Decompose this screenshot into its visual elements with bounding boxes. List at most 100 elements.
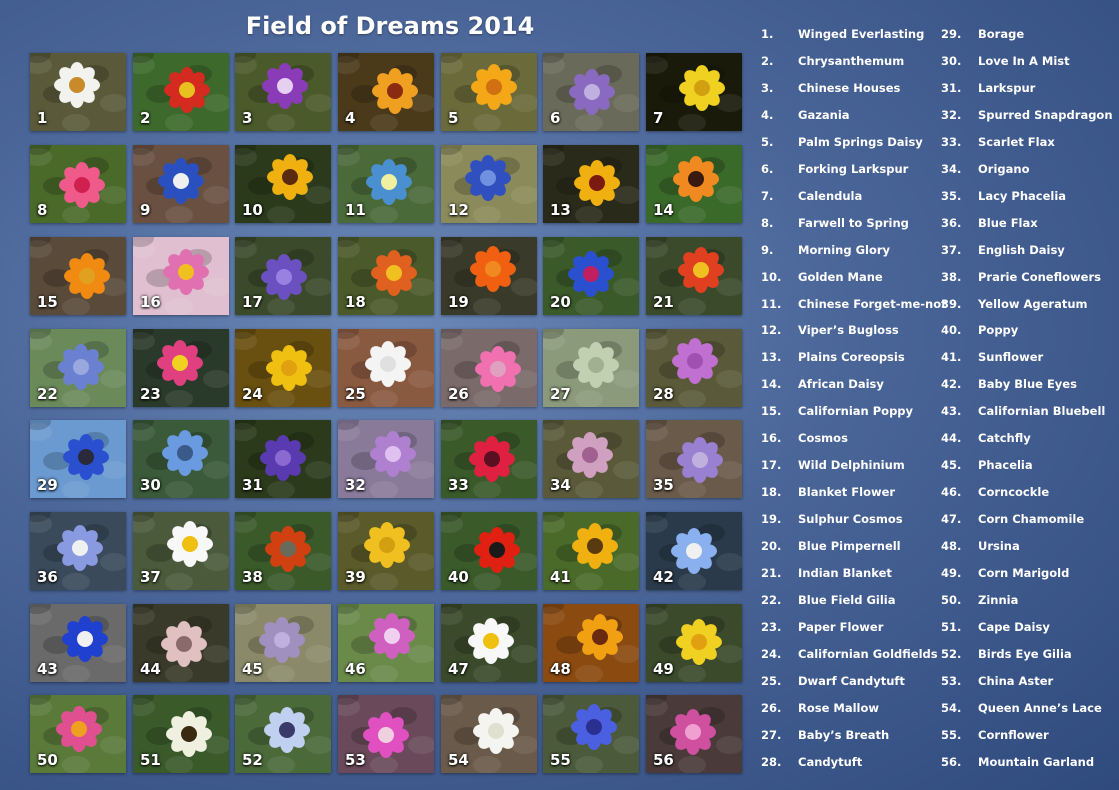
- photo-number: 29: [37, 476, 58, 494]
- flower-photo-37: 37: [133, 512, 229, 590]
- flower-photo-18: 18: [338, 237, 434, 315]
- legend-number: 10.: [761, 269, 782, 284]
- legend-entry-14: 14. African Daisy: [761, 377, 936, 393]
- flower-photo-7: 7: [646, 53, 742, 131]
- photo-number: 8: [37, 201, 48, 219]
- flower-photo-14: 14: [646, 145, 742, 223]
- legend-number: 4.: [761, 107, 774, 122]
- photo-number: 34: [550, 476, 571, 494]
- legend-entry-4: 4. Gazania: [761, 108, 936, 124]
- legend-number: 11.: [761, 296, 782, 311]
- legend-flower-name: Mountain Garland: [978, 754, 1095, 769]
- legend-number: 21.: [761, 566, 782, 580]
- photo-number: 41: [550, 568, 571, 586]
- photo-number: 56: [653, 751, 674, 769]
- photo-number: 47: [448, 660, 469, 678]
- legend-entry-42: 42. Baby Blue Eyes: [941, 377, 1116, 393]
- legend-flower-name: China Aster: [978, 673, 1054, 688]
- legend-flower-name: Californian Bluebell: [978, 404, 1106, 419]
- legend-flower-name: Forking Larkspur: [798, 161, 909, 176]
- legend-entry-56: 56. Mountain Garland: [941, 755, 1116, 771]
- flower-photo-3: 3: [235, 53, 331, 131]
- legend-number: 56.: [941, 754, 962, 769]
- photo-number: 3: [242, 109, 253, 127]
- flower-photo-19: 19: [441, 237, 537, 315]
- legend-flower-name: Queen Anne’s Lace: [978, 700, 1102, 715]
- legend-entry-49: 49. Corn Marigold: [941, 566, 1116, 582]
- legend-flower-name: Chinese Forget-me-not: [798, 296, 947, 311]
- photo-number: 36: [37, 568, 58, 586]
- legend-flower-name: Sunflower: [978, 350, 1044, 365]
- legend-flower-name: Sulphur Cosmos: [798, 512, 903, 527]
- photo-number: 13: [550, 201, 571, 219]
- photo-number: 35: [653, 476, 674, 494]
- flower-photo-53: 53: [338, 695, 434, 773]
- photo-number: 43: [37, 660, 58, 678]
- legend-number: 33.: [941, 134, 962, 149]
- legend-flower-name: Winged Everlasting: [798, 27, 925, 41]
- flower-photo-48: 48: [543, 604, 639, 682]
- legend-entry-8: 8. Farwell to Spring: [761, 216, 936, 232]
- flower-photo-52: 52: [235, 695, 331, 773]
- legend-number: 24.: [761, 646, 782, 661]
- legend-number: 9.: [761, 242, 774, 257]
- legend-flower-name: Paper Flower: [798, 619, 884, 634]
- legend-number: 22.: [761, 592, 782, 607]
- legend-flower-name: Love In A Mist: [978, 53, 1070, 68]
- legend-entry-12: 12. Viper’s Bugloss: [761, 323, 936, 339]
- legend-number: 7.: [761, 188, 774, 203]
- legend-number: 34.: [941, 161, 962, 176]
- flower-photo-54: 54: [441, 695, 537, 773]
- legend-flower-name: Dwarf Candytuft: [798, 673, 905, 688]
- legend-number: 55.: [941, 727, 962, 742]
- legend-number: 47.: [941, 512, 962, 527]
- legend-number: 45.: [941, 458, 962, 473]
- legend-number: 19.: [761, 512, 782, 527]
- photo-number: 39: [345, 568, 366, 586]
- legend-flower-name: Origano: [978, 161, 1030, 176]
- legend-flower-name: Farwell to Spring: [798, 215, 909, 230]
- legend-flower-name: Phacelia: [978, 458, 1033, 473]
- photo-number: 20: [550, 293, 571, 311]
- legend-number: 52.: [941, 646, 962, 661]
- legend-entry-17: 17. Wild Delphinium: [761, 458, 936, 474]
- photo-number: 38: [242, 568, 263, 586]
- photo-number: 18: [345, 293, 366, 311]
- legend-entry-26: 26. Rose Mallow: [761, 701, 936, 717]
- legend-number: 50.: [941, 592, 962, 607]
- flower-photo-15: 15: [30, 237, 126, 315]
- legend-number: 38.: [941, 269, 962, 284]
- legend-entry-25: 25. Dwarf Candytuft: [761, 674, 936, 690]
- legend-number: 37.: [941, 242, 962, 257]
- flower-photo-2: 2: [133, 53, 229, 131]
- legend-number: 28.: [761, 754, 782, 769]
- flower-photo-45: 45: [235, 604, 331, 682]
- photo-number: 10: [242, 201, 263, 219]
- legend-entry-7: 7. Calendula: [761, 189, 936, 205]
- legend-flower-name: Larkspur: [978, 80, 1036, 95]
- photo-number: 49: [653, 660, 674, 678]
- legend-entry-50: 50. Zinnia: [941, 593, 1116, 609]
- photo-number: 25: [345, 385, 366, 403]
- legend-entry-53: 53. China Aster: [941, 674, 1116, 690]
- legend-entry-27: 27. Baby’s Breath: [761, 728, 936, 744]
- legend-entry-32: 32. Spurred Snapdragon: [941, 108, 1116, 124]
- legend-flower-name: Prarie Coneflowers: [978, 269, 1101, 284]
- legend-number: 53.: [941, 673, 962, 688]
- legend-number: 29.: [941, 27, 962, 41]
- flower-photo-41: 41: [543, 512, 639, 590]
- photo-number: 52: [242, 751, 263, 769]
- legend-entry-52: 52. Birds Eye Gilia: [941, 647, 1116, 663]
- photo-number: 17: [242, 293, 263, 311]
- flower-photo-21: 21: [646, 237, 742, 315]
- photo-number: 53: [345, 751, 366, 769]
- legend-entry-2: 2. Chrysanthemum: [761, 54, 936, 70]
- legend-flower-name: Baby’s Breath: [798, 727, 890, 742]
- photo-number: 19: [448, 293, 469, 311]
- photo-number: 42: [653, 568, 674, 586]
- legend-flower-name: Spurred Snapdragon: [978, 107, 1113, 122]
- flower-photo-6: 6: [543, 53, 639, 131]
- flower-photo-16: 16: [133, 237, 229, 315]
- legend-flower-name: Morning Glory: [798, 242, 891, 257]
- legend-flower-name: Corn Chamomile: [978, 512, 1085, 527]
